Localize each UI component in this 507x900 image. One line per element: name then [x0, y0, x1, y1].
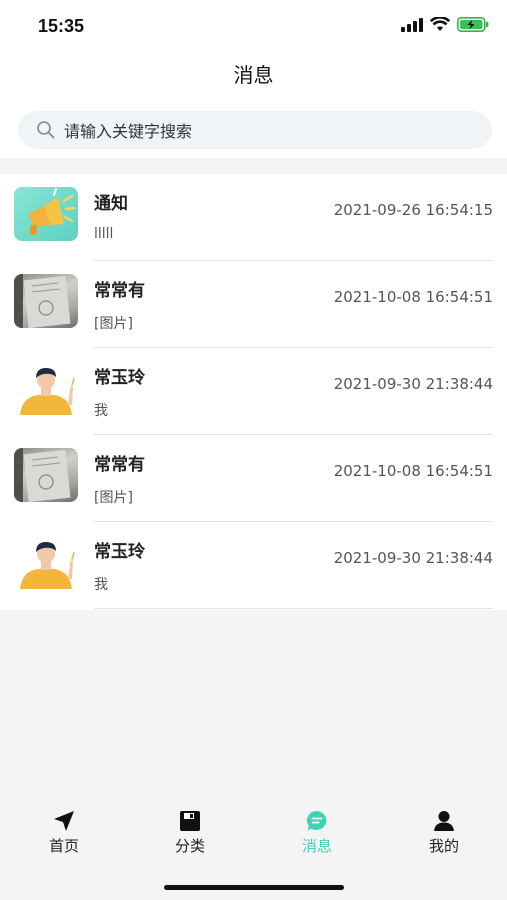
tab-home[interactable]: 首页 [24, 810, 104, 856]
contact-name: 常常有 [94, 281, 145, 301]
navigation-arrow-icon [54, 811, 74, 831]
tab-mine[interactable]: 我的 [404, 810, 484, 856]
message-time: 2021-10-08 16:54:51 [333, 462, 493, 480]
contact-name: 常常有 [94, 455, 145, 475]
battery-charging-icon [457, 17, 489, 32]
status-icons [401, 17, 489, 32]
tab-label: 首页 [48, 837, 79, 855]
person-avatar [14, 361, 78, 415]
search-icon [37, 121, 55, 139]
message-item[interactable]: 常玉玲 2021-09-30 21:38:44 我 [0, 348, 507, 435]
home-indicator [164, 885, 344, 890]
message-time: 2021-10-08 16:54:51 [333, 288, 493, 306]
tab-label: 消息 [301, 837, 332, 855]
status-time: 15:35 [38, 16, 85, 36]
document-photo-icon [14, 448, 71, 502]
person-avatar [14, 535, 78, 589]
message-preview: 我 [94, 403, 108, 419]
signal-icon [401, 17, 423, 32]
person-icon [434, 811, 454, 831]
status-bar: 15:35 [0, 0, 507, 50]
message-preview: 我 [94, 577, 108, 593]
tab-bar: 首页 分类 消息 我的 [0, 810, 507, 860]
message-list: 通知 2021-09-26 16:54:15 lllll 常常有 2021-10… [0, 174, 507, 610]
contact-name: 常玉玲 [94, 368, 145, 388]
message-preview: lllll [94, 226, 114, 242]
message-item[interactable]: 常常有 2021-10-08 16:54:51 [图片] [0, 435, 507, 522]
document-photo-icon [14, 274, 71, 328]
message-item[interactable]: 通知 2021-09-26 16:54:15 lllll [0, 174, 507, 261]
search-placeholder: 请输入关键字搜索 [64, 122, 193, 141]
tab-messages[interactable]: 消息 [277, 810, 357, 856]
contact-name: 通知 [94, 194, 128, 214]
message-item[interactable]: 常玉玲 2021-09-30 21:38:44 我 [0, 522, 507, 609]
floppy-icon [180, 811, 200, 831]
wifi-icon [430, 17, 450, 31]
message-time: 2021-09-26 16:54:15 [333, 201, 493, 219]
message-time: 2021-09-30 21:38:44 [333, 375, 493, 393]
tab-label: 分类 [174, 837, 205, 855]
header: 消息 请输入关键字搜索 [0, 50, 507, 158]
message-preview: [图片] [94, 316, 133, 332]
tab-category[interactable]: 分类 [150, 810, 230, 856]
photo-avatar [14, 448, 78, 502]
message-preview: [图片] [94, 490, 133, 506]
notice-avatar [14, 187, 78, 241]
contact-name: 常玉玲 [94, 542, 145, 562]
message-time: 2021-09-30 21:38:44 [333, 549, 493, 567]
chat-bubble-icon [306, 810, 327, 831]
tab-label: 我的 [428, 837, 459, 855]
page-title: 消息 [233, 63, 274, 87]
megaphone-icon [28, 188, 76, 235]
divider [94, 608, 493, 609]
person-illustration-icon [20, 368, 75, 415]
message-item[interactable]: 常常有 2021-10-08 16:54:51 [图片] [0, 261, 507, 348]
search-input[interactable]: 请输入关键字搜索 [18, 111, 492, 149]
person-illustration-icon [20, 542, 75, 589]
photo-avatar [14, 274, 78, 328]
